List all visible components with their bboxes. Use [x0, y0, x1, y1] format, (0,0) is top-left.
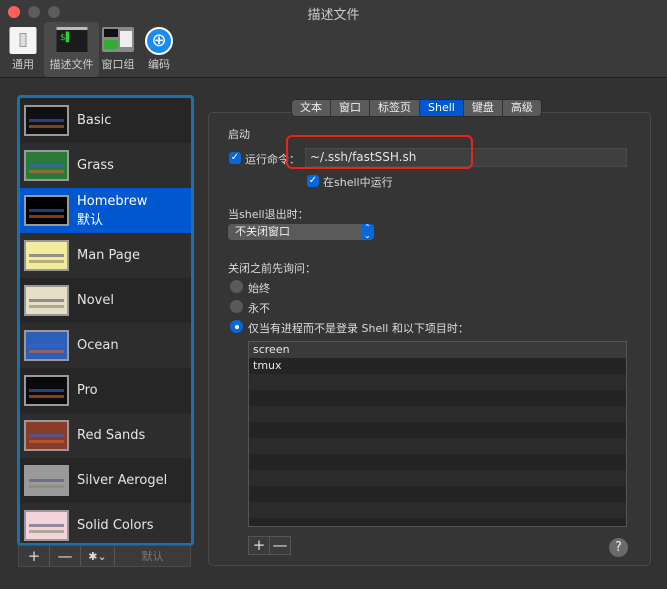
- radio-always-label: 始终: [248, 282, 270, 295]
- empty-row[interactable]: [249, 390, 626, 406]
- toolbar-profiles[interactable]: $▌ 描述文件: [44, 22, 99, 77]
- empty-row[interactable]: [249, 422, 626, 438]
- profile-item[interactable]: Basic: [20, 98, 191, 143]
- default-label: 默认: [77, 212, 104, 228]
- terminal-icon: $▌: [56, 27, 87, 52]
- profile-name: Grass: [77, 158, 114, 173]
- empty-row[interactable]: [249, 486, 626, 502]
- process-table-toolbar: + —: [248, 536, 291, 555]
- help-button[interactable]: ?: [609, 538, 628, 557]
- run-in-shell-label: 在shell中运行: [323, 176, 393, 189]
- radio-never[interactable]: [230, 300, 243, 313]
- tab-bar: 文本 窗口 标签页 Shell 键盘 高级: [291, 99, 542, 117]
- tab-text[interactable]: 文本: [292, 100, 331, 116]
- profile-name: Solid Colors: [77, 518, 154, 533]
- toolbar-label: 编码: [148, 58, 170, 71]
- empty-row[interactable]: [249, 470, 626, 486]
- profile-list-toolbar: + — ✱⌄ 默认: [18, 545, 191, 567]
- profile-name: Pro: [77, 383, 98, 398]
- profile-name: Homebrew: [77, 193, 148, 209]
- profile-name: Man Page: [77, 248, 141, 263]
- profile-thumbnail: [24, 510, 69, 541]
- process-row[interactable]: screen: [249, 342, 626, 358]
- profile-thumbnail: [24, 285, 69, 316]
- profile-item[interactable]: Pro: [20, 368, 191, 413]
- radio-only-if-processes-label: 仅当有进程而不是登录 Shell 和以下项目时：: [248, 322, 469, 335]
- profile-item[interactable]: Silver Aerogel: [20, 458, 191, 503]
- empty-row[interactable]: [249, 374, 626, 390]
- ask-before-heading: 关闭之前先询问：: [228, 262, 316, 275]
- profile-thumbnail: [24, 465, 69, 496]
- window-group-icon: [102, 27, 134, 52]
- set-default-button[interactable]: 默认: [115, 546, 190, 566]
- profile-name: Silver Aerogel: [77, 473, 168, 488]
- tab-keyboard[interactable]: 键盘: [464, 100, 503, 116]
- profile-item[interactable]: Ocean: [20, 323, 191, 368]
- on-exit-heading: 当shell退出时：: [228, 208, 309, 221]
- toolbar-encodings[interactable]: ⊕ 编码: [140, 22, 178, 77]
- add-profile-button[interactable]: +: [19, 546, 50, 566]
- switch-icon: [9, 27, 37, 54]
- empty-row[interactable]: [249, 406, 626, 422]
- toolbar-label: 通用: [12, 58, 34, 71]
- profile-item[interactable]: Man Page: [20, 233, 191, 278]
- profile-thumbnail: [24, 420, 69, 451]
- empty-row[interactable]: [249, 438, 626, 454]
- toolbar-label: 窗口组: [101, 58, 135, 71]
- chevron-updown-icon: ⌃ ⌄: [361, 224, 374, 240]
- add-process-button[interactable]: +: [249, 537, 270, 554]
- profile-thumbnail: [24, 375, 69, 406]
- empty-row[interactable]: [249, 518, 626, 526]
- profile-thumbnail: [24, 105, 69, 136]
- tab-window[interactable]: 窗口: [331, 100, 370, 116]
- profile-item[interactable]: Novel: [20, 278, 191, 323]
- run-in-shell-checkbox[interactable]: ✓: [307, 175, 319, 187]
- radio-never-label: 永不: [248, 302, 270, 315]
- remove-profile-button[interactable]: —: [50, 546, 81, 566]
- profile-thumbnail: [24, 195, 69, 226]
- profile-item[interactable]: Solid Colors: [20, 503, 191, 543]
- tab-shell[interactable]: Shell: [420, 100, 464, 116]
- profile-name: Red Sands: [77, 428, 146, 443]
- profile-name: Basic: [77, 113, 112, 128]
- globe-icon: ⊕: [145, 27, 173, 55]
- gear-menu-button[interactable]: ✱⌄: [81, 546, 115, 566]
- profile-name: Ocean: [77, 338, 119, 353]
- toolbar-general[interactable]: 通用: [4, 22, 42, 77]
- tab-tabs[interactable]: 标签页: [370, 100, 420, 116]
- profile-thumbnail: [24, 330, 69, 361]
- run-command-checkbox[interactable]: ✓: [229, 152, 241, 164]
- window-title: 描述文件: [307, 8, 360, 23]
- remove-process-button[interactable]: —: [270, 537, 290, 554]
- toolbar-window-groups[interactable]: 窗口组: [100, 22, 136, 77]
- profile-item[interactable]: Red Sands: [20, 413, 191, 458]
- profile-thumbnail: [24, 240, 69, 271]
- empty-row[interactable]: [249, 454, 626, 470]
- profile-name: Novel: [77, 293, 114, 308]
- process-table[interactable]: screen tmux: [248, 341, 627, 527]
- startup-heading: 启动: [228, 128, 250, 141]
- highlight-annotation: [286, 135, 473, 169]
- empty-row[interactable]: [249, 502, 626, 518]
- tab-advanced[interactable]: 高级: [503, 100, 541, 116]
- on-exit-value: 不关闭窗口: [235, 225, 290, 238]
- process-row[interactable]: tmux: [249, 358, 626, 374]
- profile-item[interactable]: Grass: [20, 143, 191, 188]
- on-exit-select[interactable]: 不关闭窗口 ⌃ ⌄: [228, 224, 374, 240]
- profile-item[interactable]: Homebrew 默认: [20, 188, 191, 233]
- profile-thumbnail: [24, 150, 69, 181]
- radio-always[interactable]: [230, 280, 243, 293]
- radio-only-if-processes[interactable]: [230, 320, 243, 333]
- profile-list[interactable]: Basic Grass Homebrew 默认 Man Page Novel Ocean Pr…: [17, 95, 194, 546]
- title-bar: 描述文件 通用 $▌ 描述文件 窗口组 ⊕ 编码: [0, 0, 667, 78]
- toolbar-label: 描述文件: [49, 58, 94, 71]
